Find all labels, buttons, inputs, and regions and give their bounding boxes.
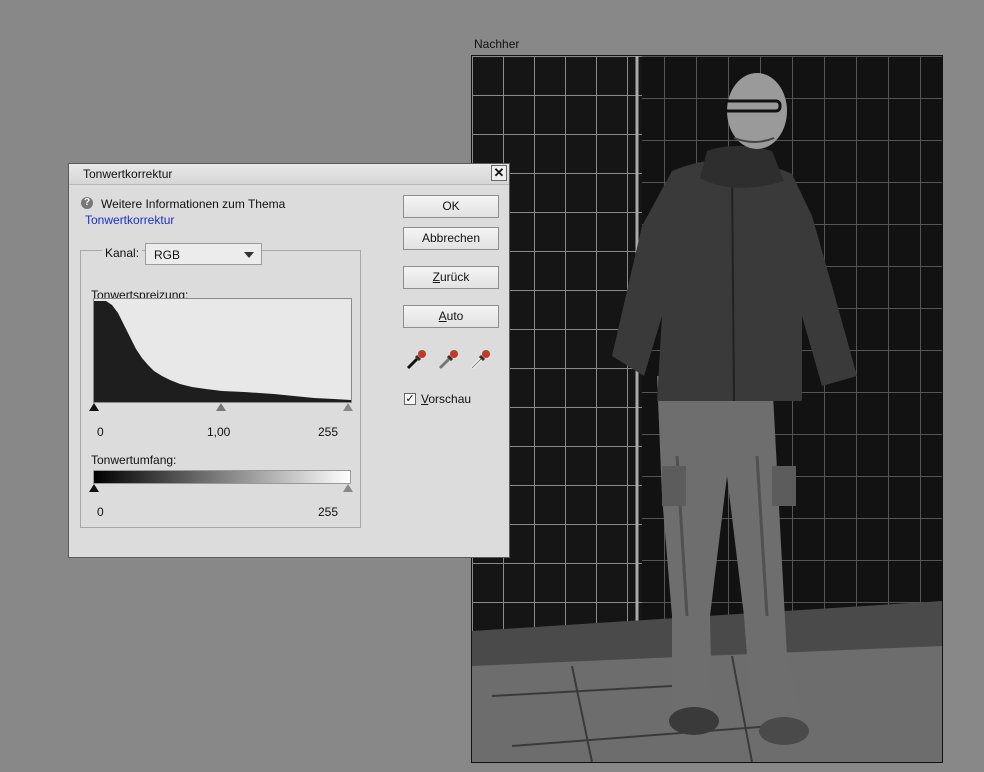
dialog-title: Tonwertkorrektur: [83, 167, 173, 181]
chevron-down-icon: [244, 252, 254, 258]
levels-dialog: Tonwertkorrektur ✕ ? Weitere Information…: [68, 163, 510, 558]
help-link[interactable]: Tonwertkorrektur: [85, 213, 174, 227]
output-black-value[interactable]: 0: [97, 505, 104, 519]
input-gamma-slider[interactable]: [216, 403, 226, 411]
white-eyedropper-icon[interactable]: [469, 347, 493, 371]
ok-button[interactable]: OK: [403, 195, 499, 218]
help-text: Weitere Informationen zum Thema: [101, 197, 286, 211]
output-levels-label: Tonwertumfang:: [91, 453, 177, 467]
input-black-slider[interactable]: [89, 403, 99, 411]
output-white-value[interactable]: 255: [318, 505, 338, 519]
close-button[interactable]: ✕: [491, 165, 507, 181]
preview-checkbox-label[interactable]: Vorschau: [421, 392, 471, 406]
gray-eyedropper-icon[interactable]: [437, 347, 461, 371]
after-preview-label: Nachher: [474, 37, 520, 51]
channel-select-value: RGB: [154, 248, 181, 262]
preview-image: [471, 55, 943, 763]
input-gamma-value[interactable]: 1,00: [207, 425, 230, 439]
close-icon: ✕: [493, 165, 505, 180]
output-white-slider[interactable]: [343, 484, 353, 492]
histogram: [93, 298, 352, 403]
reset-button[interactable]: Zurück: [403, 266, 499, 289]
output-black-slider[interactable]: [89, 484, 99, 492]
input-black-value[interactable]: 0: [97, 425, 104, 439]
preview-checkbox[interactable]: ✓: [404, 393, 416, 405]
channel-select[interactable]: RGB: [145, 243, 262, 265]
cancel-button[interactable]: Abbrechen: [403, 227, 499, 250]
question-icon: ?: [81, 197, 93, 209]
input-white-value[interactable]: 255: [318, 425, 338, 439]
dialog-titlebar[interactable]: Tonwertkorrektur ✕: [69, 164, 509, 185]
auto-button[interactable]: Auto: [403, 305, 499, 328]
levels-group: Tonwertspreizung: 0 1,00 255 Tonwertumfa…: [80, 250, 361, 528]
black-eyedropper-icon[interactable]: [405, 347, 429, 371]
output-gradient-bar: [93, 470, 351, 484]
channel-label: Kanal:: [102, 246, 143, 260]
input-white-slider[interactable]: [343, 403, 353, 411]
